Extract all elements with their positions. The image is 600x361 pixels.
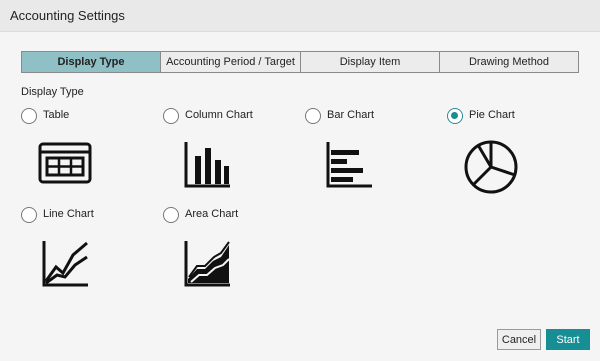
radio-bar-chart[interactable] [305,108,321,124]
tab-display-item[interactable]: Display Item [301,51,440,73]
radio-line-chart[interactable] [21,207,37,223]
radio-pie-chart[interactable] [447,108,463,124]
table-icon [38,142,92,184]
option-label-pie-chart: Pie Chart [469,109,515,121]
tab-drawing-method[interactable]: Drawing Method [440,51,579,73]
bar-chart-icon [326,142,372,188]
option-label-area-chart: Area Chart [185,208,239,220]
tab-display-type[interactable]: Display Type [21,51,161,73]
option-column-chart[interactable]: Column Chart [163,108,273,192]
cancel-button[interactable]: Cancel [497,329,541,350]
window-title: Accounting Settings [10,8,125,23]
tab-accounting-period-target[interactable]: Accounting Period / Target [161,51,301,73]
option-label-table: Table [43,109,70,121]
option-label-column-chart: Column Chart [185,109,253,121]
option-label-line-chart: Line Chart [43,208,94,220]
option-area-chart[interactable]: Area Chart [163,207,273,291]
tab-bar: Display Type Accounting Period / Target … [21,51,579,73]
start-button[interactable]: Start [546,329,590,350]
pie-chart-icon [464,140,518,194]
section-label-display-type: Display Type [21,86,84,98]
column-chart-icon [184,142,230,188]
radio-table[interactable] [21,108,37,124]
option-table[interactable]: Table [21,108,131,192]
option-line-chart[interactable]: Line Chart [21,207,131,291]
option-pie-chart[interactable]: Pie Chart [447,108,557,194]
option-label-bar-chart: Bar Chart [327,109,375,121]
radio-area-chart[interactable] [163,207,179,223]
radio-column-chart[interactable] [163,108,179,124]
line-chart-icon [42,241,88,287]
area-chart-icon [184,241,230,287]
title-bar: Accounting Settings [0,0,600,32]
option-bar-chart[interactable]: Bar Chart [305,108,415,192]
